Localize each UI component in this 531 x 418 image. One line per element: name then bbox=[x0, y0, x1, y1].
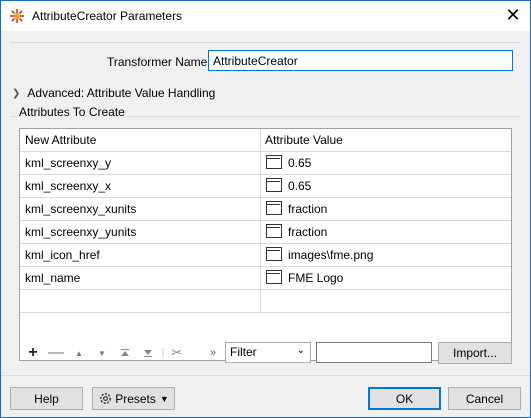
attribute-value-text[interactable]: fraction bbox=[288, 225, 327, 239]
move-to-top-icon bbox=[121, 349, 129, 356]
close-icon: ✕ bbox=[505, 5, 521, 25]
attribute-name-cell[interactable]: kml_screenxy_y bbox=[25, 156, 111, 170]
presets-button-label: Presets bbox=[115, 391, 156, 406]
double-chevron-right-icon: » bbox=[209, 347, 217, 359]
attribute-value-text[interactable]: 0.65 bbox=[288, 179, 311, 193]
text-editor-icon[interactable] bbox=[266, 178, 282, 192]
attribute-name-cell[interactable]: kml_screenxy_x bbox=[25, 179, 111, 193]
chevron-down-icon: ⌄ bbox=[296, 345, 305, 356]
arrow-down-icon: ▼ bbox=[98, 348, 106, 358]
attribute-value-cell[interactable]: 0.65 bbox=[260, 152, 511, 174]
text-editor-icon[interactable] bbox=[266, 247, 282, 261]
move-to-bottom-icon bbox=[144, 350, 152, 357]
advanced-section-toggle[interactable]: ❯ Advanced: Attribute Value Handling bbox=[12, 86, 215, 100]
help-button[interactable]: Help bbox=[10, 387, 83, 410]
plus-icon: + bbox=[28, 344, 38, 361]
import-button-label: Import... bbox=[452, 346, 497, 360]
column-header-attribute-value-cell: Attribute Value bbox=[260, 129, 511, 151]
move-down-button[interactable]: ▼ bbox=[92, 344, 112, 362]
attribute-name-cell[interactable]: kml_icon_href bbox=[25, 248, 100, 262]
dialog-window: AttributeCreator Parameters ✕ Transforme… bbox=[0, 0, 531, 418]
table-row[interactable]: kml_screenxy_x 0.65 bbox=[20, 175, 511, 198]
toolbar-separator: | bbox=[161, 347, 165, 359]
move-to-top-button[interactable] bbox=[115, 344, 135, 362]
text-editor-icon[interactable] bbox=[266, 270, 282, 284]
chevron-right-icon: ❯ bbox=[12, 87, 21, 99]
top-separator bbox=[10, 42, 521, 43]
close-button[interactable]: ✕ bbox=[496, 1, 530, 30]
attribute-value-cell[interactable]: FME Logo bbox=[260, 267, 511, 289]
move-to-bottom-button[interactable] bbox=[138, 344, 158, 362]
attribute-name-cell[interactable]: kml_name bbox=[25, 271, 80, 285]
filter-dropdown[interactable]: Filter ⌄ bbox=[225, 342, 311, 363]
minus-icon: — bbox=[48, 344, 64, 361]
gear-icon bbox=[100, 393, 112, 404]
text-editor-icon[interactable] bbox=[266, 155, 282, 169]
scissors-icon: ✂ bbox=[171, 345, 183, 360]
attribute-name-cell[interactable]: kml_screenxy_yunits bbox=[25, 225, 136, 239]
cut-button[interactable]: ✂ bbox=[167, 344, 187, 362]
attribute-value-text[interactable]: fraction bbox=[288, 202, 327, 216]
attribute-name-cell[interactable]: kml_screenxy_xunits bbox=[25, 202, 136, 216]
presets-button[interactable]: Presets ▼ bbox=[92, 387, 175, 410]
column-header-attribute-value[interactable]: Attribute Value bbox=[265, 133, 343, 147]
transformer-name-input[interactable] bbox=[208, 50, 513, 71]
import-button[interactable]: Import... bbox=[438, 342, 512, 364]
fme-app-icon bbox=[10, 9, 24, 23]
attribute-value-text[interactable]: images\fme.png bbox=[288, 248, 373, 262]
window-title: AttributeCreator Parameters bbox=[32, 9, 183, 23]
column-header-new-attribute[interactable]: New Attribute bbox=[25, 133, 96, 147]
table-row[interactable]: kml_icon_href images\fme.png bbox=[20, 244, 511, 267]
add-row-button[interactable]: + bbox=[23, 344, 43, 362]
attribute-value-cell[interactable]: fraction bbox=[260, 198, 511, 220]
ok-button[interactable]: OK bbox=[368, 387, 441, 410]
table-header: New Attribute Attribute Value bbox=[20, 129, 511, 152]
table-row-empty[interactable] bbox=[20, 290, 511, 313]
dialog-content: Transformer Name: ❯ Advanced: Attribute … bbox=[1, 31, 530, 417]
attribute-value-cell[interactable]: fraction bbox=[260, 221, 511, 243]
remove-row-button[interactable]: — bbox=[46, 344, 66, 362]
attributes-table: New Attribute Attribute Value kml_screen… bbox=[19, 128, 512, 361]
ok-button-label: OK bbox=[395, 391, 414, 406]
arrow-up-icon: ▲ bbox=[75, 348, 83, 358]
table-row[interactable]: kml_screenxy_y 0.65 bbox=[20, 152, 511, 175]
attribute-value-cell-empty[interactable] bbox=[260, 290, 511, 312]
group-title: Attributes To Create bbox=[19, 105, 127, 119]
table-row[interactable]: kml_name FME Logo bbox=[20, 267, 511, 290]
more-options-button[interactable]: » bbox=[203, 344, 223, 362]
table-row[interactable]: kml_screenxy_yunits fraction bbox=[20, 221, 511, 244]
filter-text-input[interactable] bbox=[316, 342, 432, 363]
footer-separator bbox=[1, 375, 530, 376]
help-button-label: Help bbox=[34, 391, 59, 406]
text-editor-icon[interactable] bbox=[266, 224, 282, 238]
transformer-name-label: Transformer Name: bbox=[107, 55, 211, 69]
move-up-button[interactable]: ▲ bbox=[69, 344, 89, 362]
advanced-section-label: Advanced: Attribute Value Handling bbox=[27, 86, 216, 100]
attribute-value-cell[interactable]: 0.65 bbox=[260, 175, 511, 197]
filter-dropdown-value: Filter bbox=[230, 345, 257, 359]
dropdown-arrow-icon: ▼ bbox=[159, 393, 169, 404]
attribute-value-text[interactable]: FME Logo bbox=[288, 271, 343, 285]
cancel-button[interactable]: Cancel bbox=[448, 387, 521, 410]
table-row[interactable]: kml_screenxy_xunits fraction bbox=[20, 198, 511, 221]
cancel-button-label: Cancel bbox=[465, 391, 504, 406]
text-editor-icon[interactable] bbox=[266, 201, 282, 215]
attribute-value-text[interactable]: 0.65 bbox=[288, 156, 311, 170]
attribute-value-cell[interactable]: images\fme.png bbox=[260, 244, 511, 266]
title-bar: AttributeCreator Parameters ✕ bbox=[1, 1, 530, 31]
